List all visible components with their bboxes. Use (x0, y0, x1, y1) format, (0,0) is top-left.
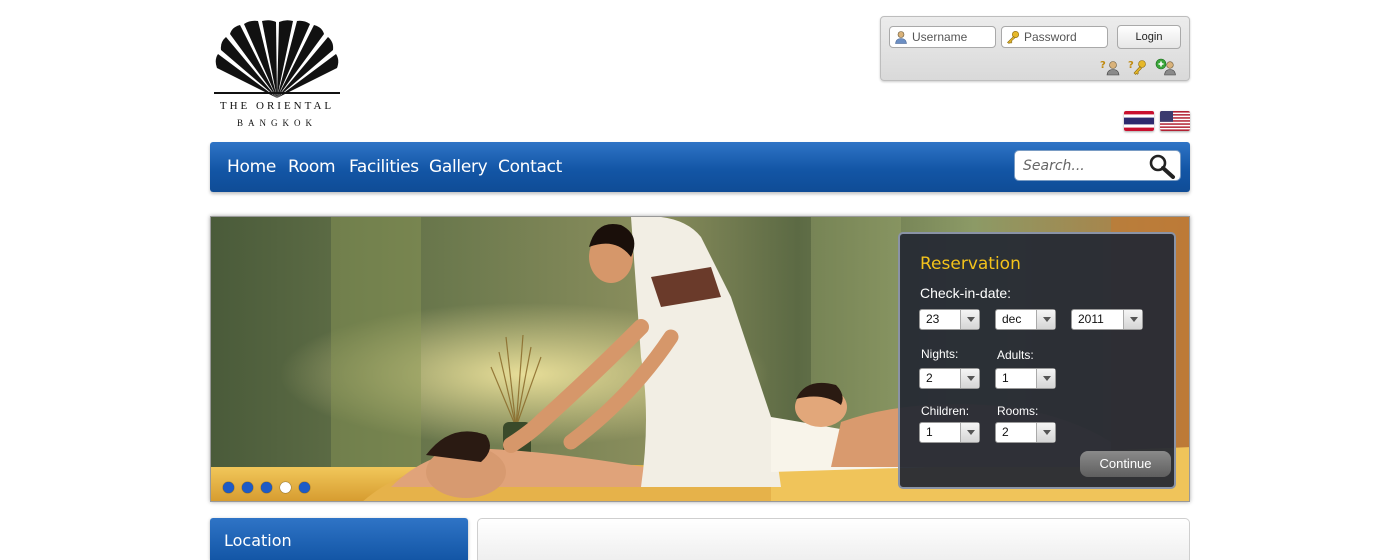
children-value: 1 (926, 425, 933, 439)
nights-label: Nights: (921, 347, 959, 361)
rooms-value: 2 (1002, 425, 1009, 439)
reservation-panel: Reservation Check-in-date: 23 dec 2011 N… (898, 232, 1176, 489)
nav-item-home[interactable]: Home (227, 157, 276, 177)
slider-dot-active[interactable] (280, 482, 291, 493)
fan-logo-icon (214, 20, 340, 98)
nav-item-room[interactable]: Room (288, 157, 336, 177)
svg-text:?: ? (1100, 60, 1106, 71)
adults-select[interactable]: 1 (995, 368, 1056, 389)
username-placeholder: Username (912, 30, 968, 44)
us-flag-icon[interactable] (1160, 111, 1190, 131)
chevron-down-icon (960, 369, 979, 388)
nav-item-contact[interactable]: Contact (498, 157, 562, 177)
rooms-select[interactable]: 2 (995, 422, 1056, 443)
checkin-year-select[interactable]: 2011 (1071, 309, 1143, 330)
search-input[interactable]: Search... (1023, 158, 1085, 174)
checkin-day-value: 23 (926, 312, 940, 326)
nav-item-facilities[interactable]: Facilities (349, 157, 419, 177)
chevron-down-icon (960, 310, 979, 329)
key-icon (1007, 30, 1020, 44)
slider-dot[interactable] (261, 482, 272, 493)
thai-flag-icon[interactable] (1124, 111, 1154, 131)
children-select[interactable]: 1 (919, 422, 980, 443)
checkin-month-select[interactable]: dec (995, 309, 1056, 330)
chevron-down-icon (1036, 423, 1055, 442)
search-box[interactable]: Search... (1014, 150, 1181, 181)
reservation-title: Reservation (920, 254, 1021, 274)
chevron-down-icon (1036, 310, 1055, 329)
content-panel (477, 518, 1190, 560)
login-button[interactable]: Login (1117, 25, 1181, 49)
rooms-label: Rooms: (997, 404, 1039, 418)
checkin-day-select[interactable]: 23 (919, 309, 980, 330)
checkin-label: Check-in-date: (920, 285, 1012, 301)
slider-dots (223, 480, 318, 498)
adults-value: 1 (1002, 371, 1009, 385)
checkin-month-value: dec (1002, 312, 1022, 326)
user-icon (895, 31, 907, 44)
chevron-down-icon (1123, 310, 1142, 329)
search-icon[interactable] (1147, 153, 1177, 179)
register-icon[interactable] (1155, 58, 1177, 76)
nights-select[interactable]: 2 (919, 368, 980, 389)
username-field[interactable]: Username (889, 26, 996, 48)
password-field[interactable]: Password (1001, 26, 1108, 48)
chevron-down-icon (960, 423, 979, 442)
password-placeholder: Password (1024, 30, 1077, 44)
slider-dot[interactable] (223, 482, 234, 493)
slider-dot[interactable] (299, 482, 310, 493)
continue-button[interactable]: Continue (1080, 451, 1171, 477)
nights-value: 2 (926, 371, 933, 385)
checkin-year-value: 2011 (1078, 312, 1104, 326)
adults-label: Adults: (997, 348, 1034, 362)
children-label: Children: (921, 404, 970, 418)
login-panel: Username Password Login ? ? (880, 16, 1190, 81)
hotel-logo[interactable]: THE ORIENTAL BANGKOK (210, 20, 344, 130)
forgot-username-icon[interactable]: ? (1099, 58, 1121, 76)
slider-dot[interactable] (242, 482, 253, 493)
logo-line-2: BANGKOK (237, 118, 317, 128)
chevron-down-icon (1036, 369, 1055, 388)
logo-line-1: THE ORIENTAL (219, 100, 335, 112)
forgot-password-icon[interactable]: ? (1127, 58, 1149, 76)
nav-item-gallery[interactable]: Gallery (429, 157, 488, 177)
main-nav: Home Room Facilities Gallery Contact Sea… (210, 142, 1190, 192)
location-panel: Location (210, 518, 468, 560)
svg-text:?: ? (1128, 60, 1134, 71)
location-title: Location (224, 531, 292, 550)
